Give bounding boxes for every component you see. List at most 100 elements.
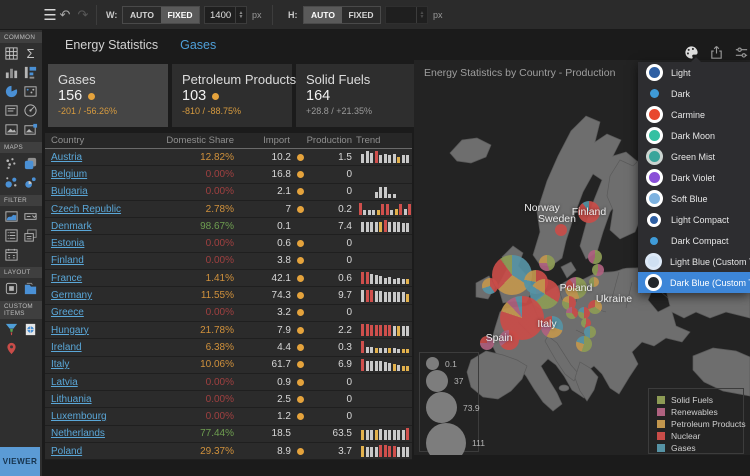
theme-menu-item[interactable]: Dark Moon [638,125,750,146]
choropleth-map-icon[interactable] [21,154,40,173]
country-link[interactable]: Austria [51,152,82,163]
theme-menu-item[interactable]: Dark Blue (Custom Theme) [638,272,750,293]
section-layout[interactable]: LAYOUT [0,267,42,278]
table-row[interactable]: Greece0.00%3.20 [45,305,412,322]
table-row[interactable]: Denmark98.67%0.17.4 [45,218,412,235]
country-link[interactable]: Lithuania [51,394,92,405]
tab-gases[interactable]: Gases [180,38,216,52]
theme-menu-item[interactable]: Light [638,62,750,83]
range-filter-icon[interactable] [2,207,21,226]
export-icon[interactable] [709,45,724,60]
undo-icon[interactable]: ↶ [56,0,74,30]
height-fixed-button[interactable]: FIXED [342,7,380,23]
funnel-icon[interactable] [2,320,21,339]
grid-icon[interactable] [2,44,21,63]
section-common[interactable]: COMMON [0,32,42,43]
map-pin-icon[interactable] [2,339,21,358]
country-link[interactable]: Estonia [51,238,84,249]
table-row[interactable]: Hungary21.78%7.92.2 [45,322,412,339]
section-filter[interactable]: FILTER [0,195,42,206]
table-row[interactable]: Germany11.55%74.39.7 [45,287,412,304]
pie-icon[interactable] [2,82,21,101]
country-link[interactable]: Belgium [51,169,87,180]
scatter-chart-icon[interactable] [21,63,40,82]
card-gases[interactable]: Gases 156 -201 / -56.26% [48,64,168,127]
table-row[interactable]: Bulgaria0.00%2.10 [45,184,412,201]
table-row[interactable]: Lithuania0.00%2.50 [45,391,412,408]
date-filter-icon[interactable] [2,245,21,264]
country-link[interactable]: Denmark [51,221,92,232]
map-pie-marker[interactable] [576,336,592,352]
table-row[interactable]: Luxembourg0.00%1.20 [45,408,412,425]
width-fixed-button[interactable]: FIXED [161,7,199,23]
tab-container-icon[interactable] [21,279,40,298]
theme-menu-item[interactable]: Light Compact [638,209,750,230]
redo-icon[interactable]: ↷ [74,0,92,30]
map-pie-marker[interactable] [592,264,604,276]
table-row[interactable]: Finland0.00%3.80 [45,253,412,270]
col-production[interactable]: Production [304,135,352,146]
country-link[interactable]: Netherlands [51,428,105,439]
group-icon[interactable] [2,279,21,298]
theme-menu-item[interactable]: Light Blue (Custom Theme) [638,251,750,272]
table-row[interactable]: Latvia0.00%0.90 [45,374,412,391]
table-row[interactable]: Italy10.06%61.76.9 [45,357,412,374]
theme-menu-item[interactable]: Carmine [638,104,750,125]
country-link[interactable]: Greece [51,307,84,318]
chart-icon[interactable] [2,63,21,82]
parameters-icon[interactable] [734,45,749,60]
table-row[interactable]: France1.41%42.10.6 [45,270,412,287]
viewer-button[interactable]: VIEWER [0,447,40,476]
card-solid-fuels[interactable]: Solid Fuels 164 +28.8 / +21.35% [296,64,415,127]
image-icon[interactable] [2,120,21,139]
country-link[interactable]: Finland [51,255,84,266]
country-link[interactable]: Hungary [51,325,89,336]
country-link[interactable]: Czech Republic [51,204,121,215]
gauge-icon[interactable] [21,101,40,120]
height-stepper[interactable]: ▲▼ [416,7,427,23]
table-row[interactable]: Czech Republic2.78%70.2 [45,201,412,218]
country-link[interactable]: Poland [51,446,82,457]
pie-map-icon[interactable] [21,173,40,192]
text-box-icon[interactable] [2,101,21,120]
combo-box-icon[interactable] [21,207,40,226]
table-row[interactable]: Netherlands77.44%18.563.5 [45,426,412,443]
country-link[interactable]: Italy [51,359,69,370]
theme-menu-item[interactable]: Dark Compact [638,230,750,251]
table-row[interactable]: Poland29.37%8.93.7 [45,443,412,460]
list-box-icon[interactable] [2,226,21,245]
map-pie-marker[interactable] [539,255,555,271]
bound-image-icon[interactable] [21,120,40,139]
country-link[interactable]: Luxembourg [51,411,107,422]
table-row[interactable]: Belgium0.00%16.80 [45,166,412,183]
country-link[interactable]: Ireland [51,342,82,353]
tab-energy-statistics[interactable]: Energy Statistics [65,38,158,52]
webpage-icon[interactable] [21,320,40,339]
card-petroleum-products[interactable]: Petroleum Products 103 -810 / -88.75% [172,64,292,127]
country-link[interactable]: France [51,273,82,284]
country-link[interactable]: Latvia [51,377,78,388]
map-pie-marker[interactable] [482,278,498,294]
theme-menu-item[interactable]: Green Mist [638,146,750,167]
theme-menu-item[interactable]: Dark Violet [638,167,750,188]
tree-view-icon[interactable] [21,226,40,245]
country-link[interactable]: Germany [51,290,92,301]
col-trend[interactable]: Trend [352,135,412,146]
width-stepper[interactable]: ▲▼ [235,7,246,23]
section-maps[interactable]: MAPS [0,142,42,153]
col-import[interactable]: Import [234,135,304,146]
point-map-icon[interactable] [2,154,21,173]
theme-menu-item[interactable]: Soft Blue [638,188,750,209]
map-pie-marker[interactable] [566,307,578,319]
map-pie-marker[interactable] [588,250,602,264]
table-row[interactable]: Austria12.82%10.21.5 [45,149,412,166]
col-domestic-share[interactable]: Domestic Share [148,135,234,146]
table-row[interactable]: Ireland6.38%4.40.3 [45,339,412,356]
height-auto-button[interactable]: AUTO [304,7,342,23]
table-row[interactable]: Estonia0.00%0.60 [45,235,412,252]
country-link[interactable]: Bulgaria [51,186,88,197]
bubble-map-icon[interactable] [2,173,21,192]
width-input[interactable] [205,10,235,21]
theme-menu-item[interactable]: Dark [638,83,750,104]
height-input[interactable] [386,10,416,21]
